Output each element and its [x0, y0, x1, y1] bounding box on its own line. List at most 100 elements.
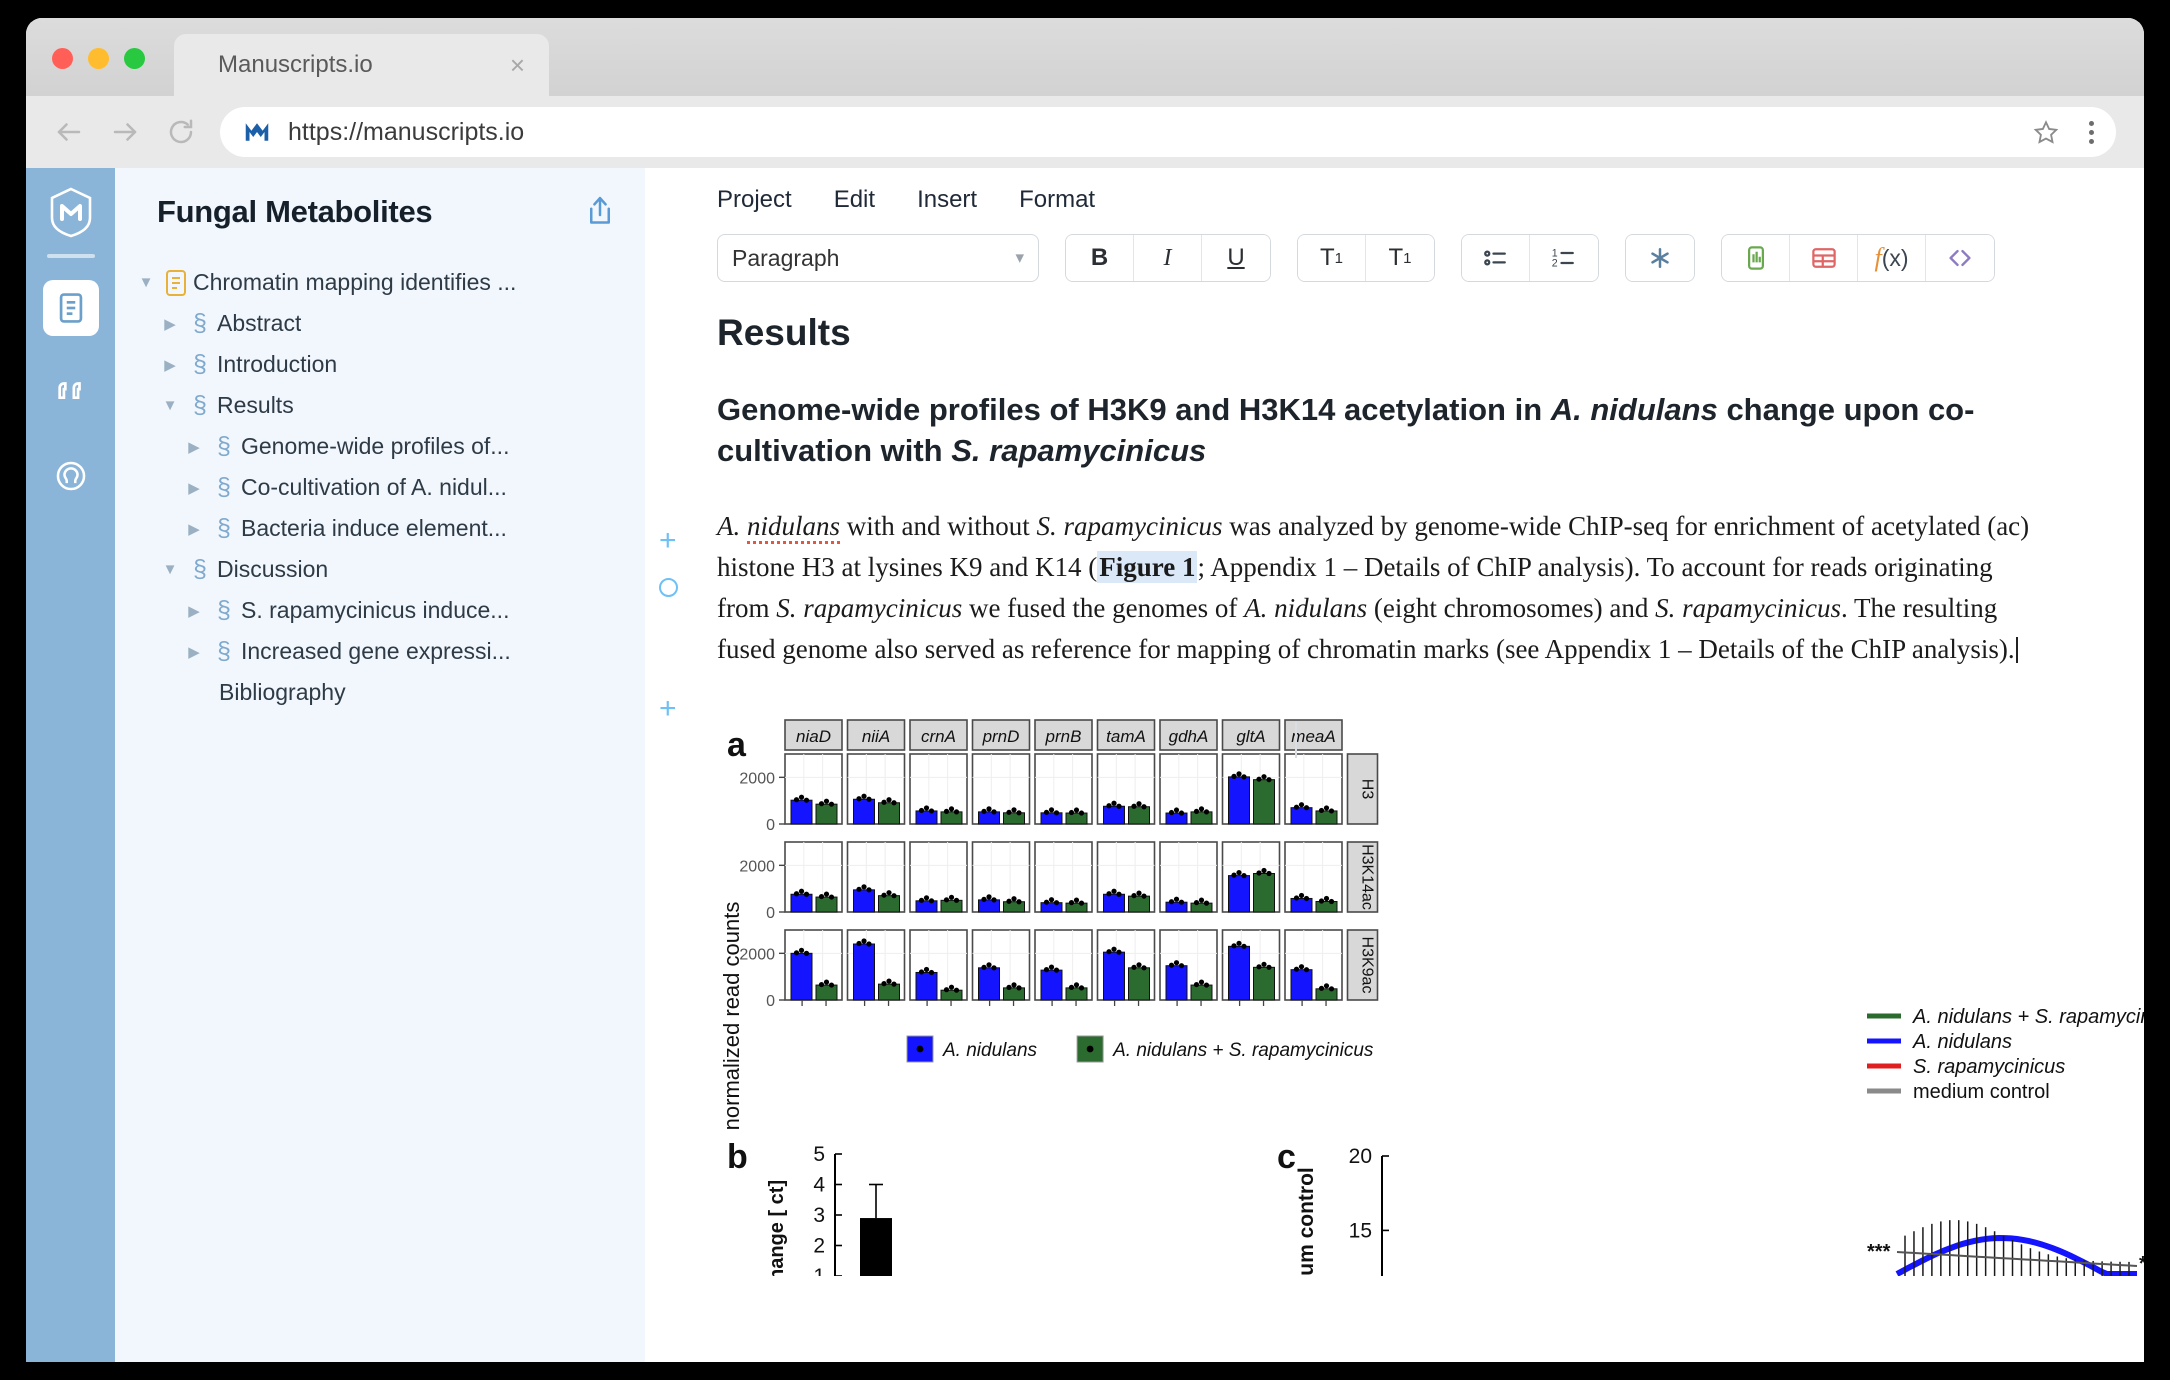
- share-icon[interactable]: [585, 195, 615, 229]
- replicate-dot: [1078, 900, 1085, 906]
- outline-item-1[interactable]: ▶ § Abstract: [125, 303, 645, 344]
- back-arrow-icon[interactable]: [54, 117, 84, 147]
- menu-item-insert[interactable]: Insert: [917, 186, 977, 214]
- forward-arrow-icon[interactable]: [110, 117, 140, 147]
- caret-right-icon[interactable]: ▶: [181, 602, 207, 620]
- underline-button[interactable]: U: [1202, 235, 1270, 281]
- caret-right-icon[interactable]: ▶: [181, 520, 207, 538]
- panel-b-label: b: [727, 1138, 748, 1176]
- replicate-dot: [986, 962, 992, 968]
- body-paragraph[interactable]: A. nidulans with and without S. rapamyci…: [717, 506, 2037, 670]
- replicate-dot: [1111, 888, 1117, 894]
- outline-item-8[interactable]: ▶ § S. rapamycinicus induce...: [125, 590, 645, 631]
- figure-1[interactable]: a normalized read counts niaD niiA crnA prnD p…: [717, 716, 2144, 1276]
- bullet-list-button[interactable]: [1462, 235, 1530, 281]
- manuscripts-logo-icon[interactable]: [45, 186, 97, 238]
- maximize-window-button[interactable]: [124, 48, 145, 69]
- caret-down-icon[interactable]: ▼: [157, 397, 183, 414]
- outline-item-7[interactable]: ▼ § Discussion: [125, 549, 645, 590]
- browser-window: Manuscripts.io × https://manuscripts.io …: [26, 18, 2144, 1362]
- replicate-dot: [1173, 896, 1180, 902]
- caret-right-icon[interactable]: ▶: [157, 315, 183, 333]
- gene-strip-label: niiA: [862, 727, 890, 746]
- outline-item-5[interactable]: ▶ § Co-cultivation of A. nidul...: [125, 467, 645, 508]
- bold-button[interactable]: B: [1066, 235, 1134, 281]
- document-canvas[interactable]: Results Genome-wide profiles of H3K9 and…: [645, 282, 2144, 1276]
- bar-A-nidulans-S-rapamycinicus-niaD-H3K14ac: [815, 896, 838, 913]
- figure-citation[interactable]: Figure 1: [1097, 550, 1198, 583]
- outline-item-0[interactable]: ▼ Chromatin mapping identifies ...: [125, 262, 645, 303]
- subscript-mark: 1: [1334, 249, 1343, 267]
- outline-item-2[interactable]: ▶ § Introduction: [125, 344, 645, 385]
- browser-tab[interactable]: Manuscripts.io ×: [174, 34, 549, 96]
- replicate-dot: [1261, 774, 1267, 780]
- y-tick-label: 0: [766, 905, 775, 922]
- outline-item-bibliography[interactable]: Bibliography: [115, 672, 645, 713]
- asterisk-icon[interactable]: [1626, 235, 1694, 281]
- minimize-window-button[interactable]: [88, 48, 109, 69]
- menu-item-format[interactable]: Format: [1019, 186, 1095, 214]
- close-tab-button[interactable]: ×: [510, 52, 525, 78]
- paragraph-style-select[interactable]: Paragraph ▾: [717, 234, 1039, 282]
- window-controls[interactable]: [52, 48, 145, 69]
- caret-right-icon[interactable]: ▶: [157, 356, 183, 374]
- kebab-menu-icon[interactable]: [2089, 120, 2094, 144]
- outline-item-9[interactable]: ▶ § Increased gene expressi...: [125, 631, 645, 672]
- caret-right-icon[interactable]: ▶: [181, 479, 207, 497]
- replicate-dot: [1106, 891, 1112, 897]
- subscript-button[interactable]: T1: [1298, 235, 1366, 281]
- y-tick-label: 2000: [739, 946, 775, 963]
- y-axis-label-a: normalized read counts: [719, 902, 744, 1131]
- italic-button[interactable]: I: [1134, 235, 1202, 281]
- insert-figure-button[interactable]: [1722, 235, 1790, 281]
- replicate-dot: [1043, 809, 1050, 815]
- bar-A-nidulans-meaA-H3K14ac: [1290, 897, 1313, 913]
- replicate-dot: [948, 984, 955, 990]
- replicate-dot: [881, 892, 887, 898]
- panel-c-control-line: [1896, 1250, 2138, 1267]
- panel-b-ytick: 1: [813, 1265, 825, 1276]
- caret-right-icon[interactable]: ▶: [181, 643, 207, 661]
- outline-item-4[interactable]: ▶ § Genome-wide profiles of...: [125, 426, 645, 467]
- caret-right-icon[interactable]: ▶: [181, 438, 207, 456]
- bar-A-nidulans-meaA-H3K9ac: [1290, 969, 1313, 1001]
- panel-c-annotation-right: ***: [2139, 1253, 2144, 1275]
- sidebar-item-document[interactable]: [42, 280, 99, 336]
- outline-item-3[interactable]: ▼ § Results: [125, 385, 645, 426]
- numbered-list-button[interactable]: 12: [1530, 235, 1598, 281]
- replicate-dot: [981, 808, 987, 814]
- add-block-button-2[interactable]: +: [659, 694, 677, 724]
- caret-down-icon[interactable]: ▼: [157, 561, 183, 578]
- reload-icon[interactable]: [166, 117, 196, 147]
- menu-item-edit[interactable]: Edit: [834, 186, 875, 214]
- replicate-dot: [803, 950, 810, 956]
- caret-down-icon[interactable]: ▼: [133, 274, 159, 291]
- panel-c-ylabel: medium control: [1295, 1167, 1318, 1276]
- sidebar-item-user[interactable]: [43, 448, 99, 504]
- panel-c-nidulans-curve: [1895, 1234, 2137, 1276]
- superscript-button[interactable]: T1: [1366, 235, 1434, 281]
- outline-item-6[interactable]: ▶ § Bacteria induce element...: [125, 508, 645, 549]
- comment-marker-icon[interactable]: [659, 578, 678, 597]
- rail-divider: [46, 254, 95, 258]
- insert-equation-button[interactable]: f (x): [1858, 235, 1926, 281]
- bar-A-nidulans-S-rapamycinicus-niiA-H3K14ac: [878, 895, 900, 913]
- replicate-dot: [1266, 777, 1272, 783]
- replicate-dot: [953, 987, 960, 993]
- add-block-button[interactable]: +: [659, 526, 677, 556]
- star-icon[interactable]: [2033, 119, 2059, 145]
- legend-dot: [916, 1045, 924, 1053]
- section-symbol-icon: §: [193, 391, 207, 419]
- replicate-dot: [856, 886, 862, 892]
- bar-A-nidulans-niaD-H3: [790, 799, 813, 825]
- code-brackets-icon[interactable]: [1926, 235, 1994, 281]
- insert-table-button[interactable]: [1790, 235, 1858, 281]
- menu-item-project[interactable]: Project: [717, 186, 792, 214]
- replicate-dot: [1298, 892, 1305, 899]
- address-bar[interactable]: https://manuscripts.io: [220, 107, 2116, 157]
- paragraph-fragment: A. nidulans: [1244, 592, 1368, 623]
- sidebar-item-quotes[interactable]: [43, 364, 99, 420]
- replicate-dot: [886, 978, 892, 984]
- close-window-button[interactable]: [52, 48, 73, 69]
- gene-strip-label: gdhA: [1169, 727, 1209, 746]
